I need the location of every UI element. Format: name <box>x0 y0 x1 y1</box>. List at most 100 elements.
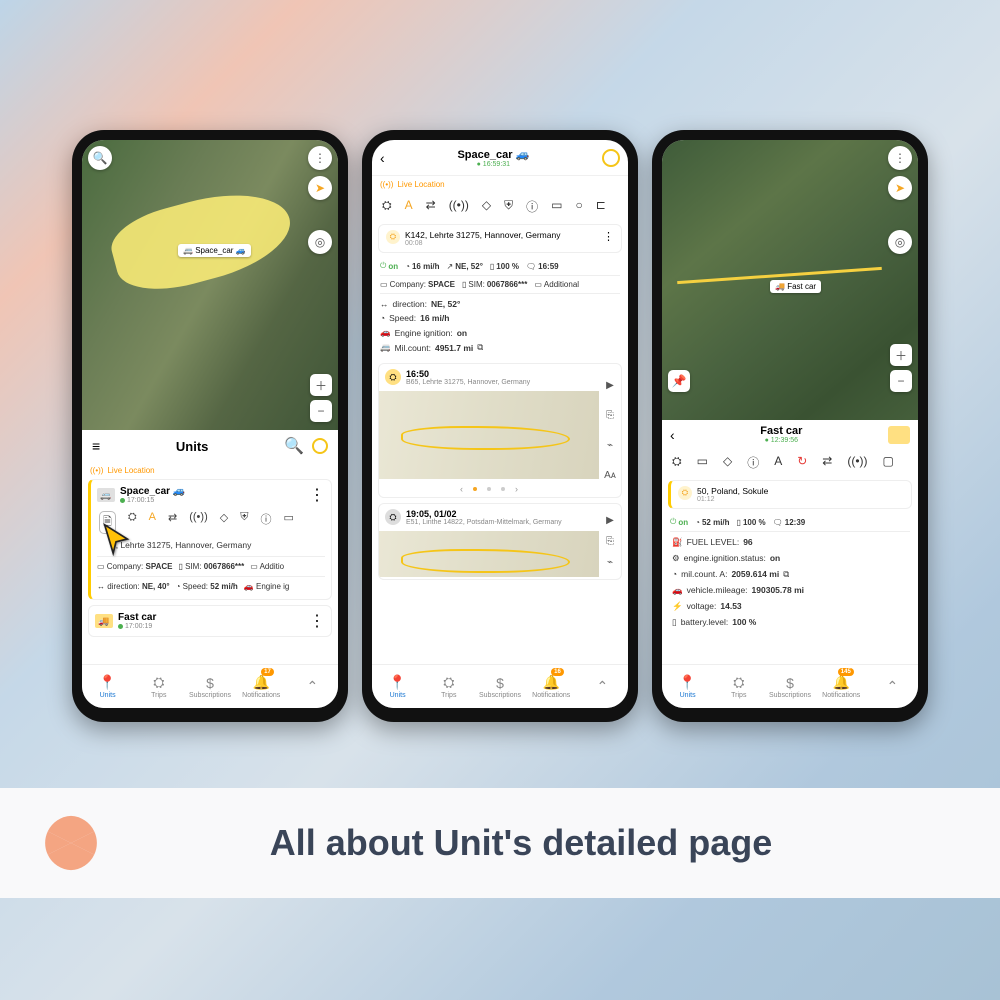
nav-units[interactable]: 📍Units <box>662 665 713 708</box>
nav-units[interactable]: 📍Units <box>82 665 133 708</box>
trip-pager[interactable]: ‹ › <box>379 481 599 497</box>
live-location-label: ((•))Live Location <box>372 176 628 193</box>
pin-icon[interactable]: 📌 <box>668 370 690 392</box>
current-location: ⛭ K142, Lehrte 31275, Hannover, Germany … <box>378 224 622 253</box>
font-icon[interactable]: Aᴀ <box>604 470 616 481</box>
zoom-out-icon[interactable]: − <box>310 400 332 422</box>
nav-notif[interactable]: 🔔145Notifications <box>816 665 867 708</box>
refresh-icon[interactable]: ↻ <box>797 454 807 471</box>
copy-icon[interactable]: ⎘ <box>606 536 614 547</box>
tool-strip[interactable]: ⛭ ▭ ◇ ⓘ A ↻ ⇄ ((•)) ▢ <box>662 449 918 476</box>
card-icon[interactable]: ▭ <box>283 511 293 534</box>
shield-icon[interactable]: ⛨ <box>504 198 513 215</box>
geo-icon[interactable]: ◇ <box>482 198 491 215</box>
play-icon[interactable]: ▶ <box>606 515 614 526</box>
zoom-in-icon[interactable]: ＋ <box>310 374 332 396</box>
card-icon[interactable]: ▭ <box>551 198 562 215</box>
geo-icon[interactable]: ◇ <box>220 511 228 534</box>
trip-icon: ⛭ <box>385 369 401 385</box>
signal-icon[interactable]: ((•)) <box>189 511 208 534</box>
info-icon[interactable]: ⓘ <box>260 511 271 534</box>
ring-icon[interactable] <box>602 149 620 167</box>
nav-units[interactable]: 📍Units <box>372 665 423 708</box>
phone-2: ‹ Space_car 🚙 ● 16:59:31 ((•))Live Locat… <box>362 130 638 722</box>
back-icon[interactable]: ‹ <box>380 150 385 166</box>
wave-icon[interactable]: ⌁ <box>607 557 613 568</box>
engine-icon[interactable]: ⛭ <box>382 198 392 215</box>
more-icon[interactable]: ⋮ <box>309 485 325 505</box>
nav-trips[interactable]: ⛭Trips <box>423 665 474 708</box>
map-unit-label[interactable]: 🚐 Space_car 🚙 <box>178 244 251 257</box>
zoom-in-icon[interactable]: ＋ <box>890 344 912 366</box>
gps-icon[interactable]: A <box>774 454 782 471</box>
signal-icon[interactable]: ((•)) <box>847 454 867 471</box>
unit-card-fastcar[interactable]: 🚚 Fast car 17:00:19 ⋮ <box>88 605 332 637</box>
nav-subs[interactable]: $Subscriptions <box>764 665 815 708</box>
trip-map[interactable] <box>379 531 599 577</box>
info-icon[interactable]: ⓘ <box>526 198 538 215</box>
nav-more[interactable]: ⌃ <box>287 665 338 708</box>
signal-icon[interactable]: ((•)) <box>449 198 469 215</box>
menu-icon[interactable]: ≡ <box>92 438 100 454</box>
sheet-title: Units <box>176 439 209 454</box>
route-icon[interactable]: ⇄ <box>426 198 436 215</box>
compass-icon[interactable]: ➤ <box>308 176 332 200</box>
nav-more[interactable]: ⌃ <box>867 665 918 708</box>
card-icon[interactable]: ▭ <box>697 454 708 471</box>
more-icon[interactable]: ⋮ <box>888 146 912 170</box>
shield-icon[interactable]: ⛨ <box>240 511 248 534</box>
route-icon[interactable]: ⇄ <box>168 511 177 534</box>
info-icon[interactable]: ⓘ <box>747 454 759 471</box>
locate-icon[interactable]: ◎ <box>888 230 912 254</box>
nav-trips[interactable]: ⛭Trips <box>713 665 764 708</box>
unit-avatar-icon <box>888 426 910 444</box>
gps-icon[interactable]: A <box>149 511 156 534</box>
pointer-cursor-icon <box>99 522 133 556</box>
route-icon[interactable]: ⇄ <box>822 454 832 471</box>
nav-trips[interactable]: ⛭Trips <box>133 665 184 708</box>
detail-lines: ↔ direction: NE, 52° ◔ Speed: 16 mi/h 🚗 … <box>372 294 628 358</box>
next-icon[interactable]: › <box>515 484 518 494</box>
trip-card-2[interactable]: ⛭ 19:05, 01/02 E51, Linthe 14822, Potsda… <box>378 503 622 580</box>
bottom-nav: 📍Units ⛭Trips $Subscriptions 🔔145Notific… <box>662 664 918 708</box>
nav-subs[interactable]: $Subscriptions <box>474 665 525 708</box>
zoom-out-icon[interactable]: − <box>890 370 912 392</box>
nav-more[interactable]: ⌃ <box>577 665 628 708</box>
nav-subs[interactable]: $Subscriptions <box>184 665 235 708</box>
compass-icon[interactable]: ➤ <box>888 176 912 200</box>
more-icon[interactable]: ⋮ <box>603 230 614 243</box>
play-icon[interactable]: ▶ <box>606 380 614 391</box>
map-area[interactable]: ⋮ ➤ ◎ ＋ − 📌 🚚 Fast car <box>662 140 918 420</box>
circle-icon[interactable]: ○ <box>575 198 582 215</box>
copy-icon[interactable]: ⎘ <box>606 410 614 421</box>
map-unit-label[interactable]: 🚚 Fast car <box>770 280 821 293</box>
current-location: ⛭ 50, Poland, Sokule 01:12 <box>668 480 912 509</box>
unit-name: Space_car 🚙 <box>120 486 185 497</box>
map-area[interactable]: 🔍 ⋮ ➤ ◎ ＋ − 🚐 Space_car 🚙 <box>82 140 338 430</box>
search-icon[interactable]: 🔍 <box>284 436 304 456</box>
filter-icon[interactable] <box>312 438 328 454</box>
more-icon[interactable]: ⋮ <box>309 611 325 631</box>
trip-card-1[interactable]: ⛭ 16:50 B65, Lehrte 31275, Hannover, Ger… <box>378 363 622 498</box>
trip-address: E51, Linthe 14822, Potsdam-Mittelmark, G… <box>406 519 562 526</box>
more-icon[interactable]: ⋮ <box>308 146 332 170</box>
trip-map[interactable] <box>379 391 599 479</box>
prev-icon[interactable]: ‹ <box>460 484 463 494</box>
nav-notif[interactable]: 🔔17Notifications <box>236 665 287 708</box>
unit-name: Fast car <box>118 612 156 623</box>
device-icon[interactable]: ▢ <box>883 454 894 471</box>
stat-row: ⏻ on ◔ 52 mi/h ▯ 100 % 🗨 12:39 <box>662 513 918 531</box>
address-text: 50, Poland, Sokule <box>697 486 768 496</box>
info-banner: All about Unit's detailed page <box>0 788 1000 898</box>
nav-notif[interactable]: 🔔16Notifications <box>526 665 577 708</box>
gps-icon[interactable]: A <box>405 198 413 215</box>
search-icon[interactable]: 🔍 <box>88 146 112 170</box>
wave-icon[interactable]: ⌁ <box>607 440 613 451</box>
phone-3: ⋮ ➤ ◎ ＋ − 📌 🚚 Fast car ‹ Fast car ● 12:3… <box>652 130 928 722</box>
engine-icon[interactable]: ⛭ <box>672 454 682 471</box>
geo-icon[interactable]: ◇ <box>723 454 732 471</box>
unit-card-spacecar[interactable]: 🚐 Space_car 🚙 17:00:15 ⋮ 🗎 ⛭ A ⇄ ((•)) <box>88 479 332 600</box>
locate-icon[interactable]: ◎ <box>308 230 332 254</box>
extra-icon[interactable]: ⊏ <box>596 198 606 215</box>
tool-strip[interactable]: ⛭ A ⇄ ((•)) ◇ ⛨ ⓘ ▭ ○ ⊏ <box>372 193 628 220</box>
